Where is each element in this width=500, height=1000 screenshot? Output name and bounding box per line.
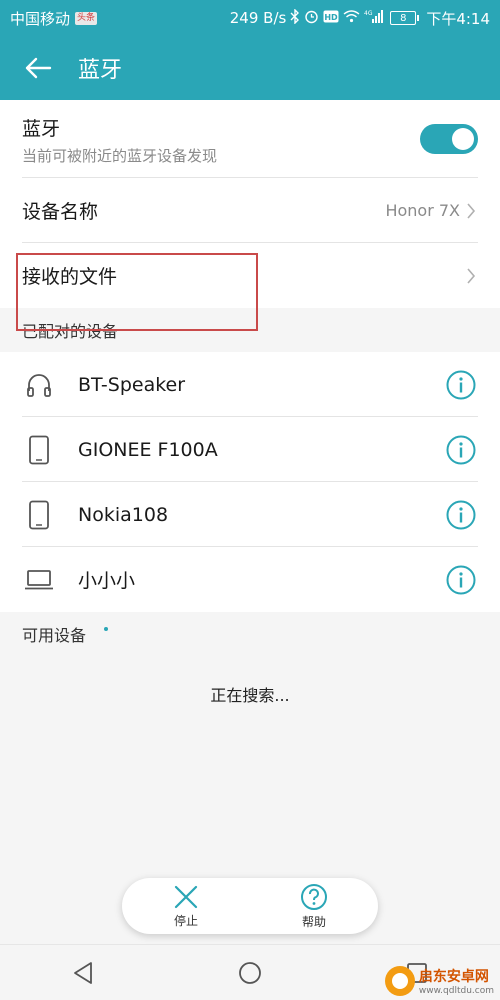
bluetooth-toggle-row[interactable]: 蓝牙 当前可被附近的蓝牙设备发现 (0, 100, 500, 178)
scanning-dot (104, 627, 108, 631)
received-files-label: 接收的文件 (22, 266, 118, 288)
paired-device-list: BT-Speaker GIONEE F100A Nokia108 小小小 (0, 352, 500, 612)
network-type: 4G (364, 10, 373, 17)
paired-device-row[interactable]: Nokia108 (0, 482, 500, 547)
device-name: 小小小 (78, 570, 136, 592)
searching-status: 正在搜索... (210, 686, 290, 705)
device-name: GIONEE F100A (78, 438, 218, 461)
back-button[interactable] (0, 36, 70, 100)
wifi-icon (343, 9, 360, 27)
settings-content: 蓝牙 当前可被附近的蓝牙设备发现 设备名称 Honor 7X 接收的文件 已配对… (0, 100, 500, 706)
triangle-back-icon (74, 961, 93, 984)
battery-icon: 8 (390, 11, 420, 25)
available-devices-header: 可用设备 (0, 612, 500, 656)
device-name-value: Honor 7X (385, 201, 460, 220)
carrier-name: 中国移动 (10, 9, 71, 28)
watermark-url: www.qdltdu.com (418, 986, 494, 996)
bluetooth-subtitle: 当前可被附近的蓝牙设备发现 (22, 147, 218, 165)
device-name-row[interactable]: 设备名称 Honor 7X (0, 178, 500, 243)
network-speed: 249 B/s (229, 9, 287, 27)
phone-icon (22, 433, 56, 467)
info-icon[interactable] (444, 368, 478, 402)
device-name: Nokia108 (78, 503, 169, 526)
toggle-knob (452, 128, 474, 150)
device-name-label: 设备名称 (22, 201, 99, 223)
carrier-badge: 头条 (75, 11, 98, 25)
nav-home-button[interactable] (230, 953, 270, 993)
arrow-left-icon (25, 57, 52, 79)
bluetooth-label: 蓝牙 (22, 118, 61, 140)
signal-icon: 4G (364, 9, 386, 27)
chevron-right-icon (466, 202, 478, 220)
stop-button[interactable]: 停止 (146, 884, 226, 929)
battery-level: 8 (400, 12, 407, 24)
status-bar: 中国移动 头条 249 B/s HD 4G 8 下午4:14 (0, 0, 500, 36)
received-files-row[interactable]: 接收的文件 (0, 243, 500, 308)
laptop-icon (22, 563, 56, 597)
help-button[interactable]: 帮助 (274, 883, 354, 930)
alarm-icon (304, 9, 319, 28)
phone-icon (22, 498, 56, 532)
chevron-right-icon (466, 267, 478, 285)
clock: 下午4:14 (426, 9, 490, 28)
watermark-title: 启东安卓网 (418, 969, 489, 985)
hd-icon: HD (323, 10, 339, 27)
bluetooth-icon (290, 7, 300, 28)
info-icon[interactable] (444, 498, 478, 532)
stop-label: 停止 (173, 913, 198, 928)
watermark-logo (384, 966, 415, 996)
circle-home-icon (239, 961, 261, 984)
bluetooth-toggle[interactable] (420, 124, 478, 154)
paired-device-row[interactable]: GIONEE F100A (0, 417, 500, 482)
page-title: 蓝牙 (78, 58, 123, 83)
site-watermark: 启东安卓网 www.qdltdu.com (384, 966, 494, 996)
headset-icon (22, 368, 56, 402)
paired-device-row[interactable]: BT-Speaker (0, 352, 500, 417)
nav-back-button[interactable] (63, 953, 103, 993)
svg-text:HD: HD (325, 13, 339, 22)
info-icon[interactable] (444, 433, 478, 467)
paired-devices-header: 已配对的设备 (0, 308, 500, 352)
device-name: BT-Speaker (78, 373, 186, 396)
available-devices-label: 可用设备 (22, 626, 87, 645)
info-icon[interactable] (444, 563, 478, 597)
close-icon (174, 885, 198, 908)
help-icon (301, 883, 327, 910)
help-label: 帮助 (301, 914, 326, 929)
app-bar: 蓝牙 (0, 36, 500, 100)
paired-device-row[interactable]: 小小小 (0, 547, 500, 612)
floating-action-bar: 停止 帮助 (122, 878, 378, 934)
